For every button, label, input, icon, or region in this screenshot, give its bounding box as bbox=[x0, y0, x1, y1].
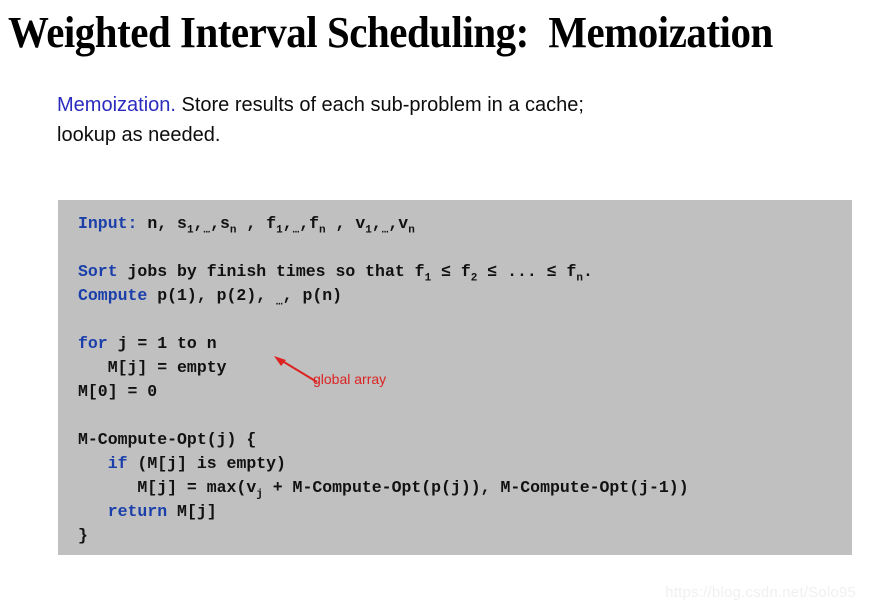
memoization-body-line2: lookup as needed. bbox=[57, 124, 221, 146]
pseudocode-lines: Input: n, s1,…,sn , f1,…,fn , v1,…,vn So… bbox=[78, 212, 852, 548]
line-func-header: M-Compute-Opt(j) { bbox=[78, 430, 257, 449]
line-compute: Compute p(1), p(2), …, p(n) bbox=[78, 286, 343, 309]
memoization-body-text: Store results of each sub-problem in a c… bbox=[175, 94, 584, 116]
line-m0: M[0] = 0 bbox=[78, 382, 158, 401]
line-m-empty: M[j] = empty bbox=[78, 358, 227, 377]
line-sort: Sort jobs by finish times so that f1 ≤ f… bbox=[78, 262, 593, 285]
line-max: M[j] = max(vj + M-Compute-Opt(p(j)), M-C… bbox=[78, 478, 689, 501]
memoization-lead-label: Memoization. bbox=[57, 94, 176, 116]
line-blank-2 bbox=[78, 308, 852, 332]
line-if: if (M[j] is empty) bbox=[107, 454, 286, 473]
global-array-annotation-label: global array bbox=[313, 371, 387, 387]
line-return: return M[j] bbox=[107, 502, 217, 521]
line-blank-1 bbox=[78, 236, 852, 260]
body-paragraph: Memoization. Store results of each sub-p… bbox=[57, 90, 817, 150]
page-title: Weighted Interval Scheduling: Memoizatio… bbox=[8, 8, 773, 57]
pseudocode-panel: Input: n, s1,…,sn , f1,…,fn , v1,…,vn So… bbox=[58, 200, 852, 555]
watermark-text: https://blog.csdn.net/Solo95 bbox=[665, 584, 856, 601]
line-for: for j = 1 to n bbox=[78, 334, 217, 353]
line-blank-3 bbox=[78, 404, 852, 428]
line-input: Input: n, s1,…,sn , f1,…,fn , v1,…,vn bbox=[78, 214, 415, 237]
line-close: } bbox=[78, 526, 88, 545]
